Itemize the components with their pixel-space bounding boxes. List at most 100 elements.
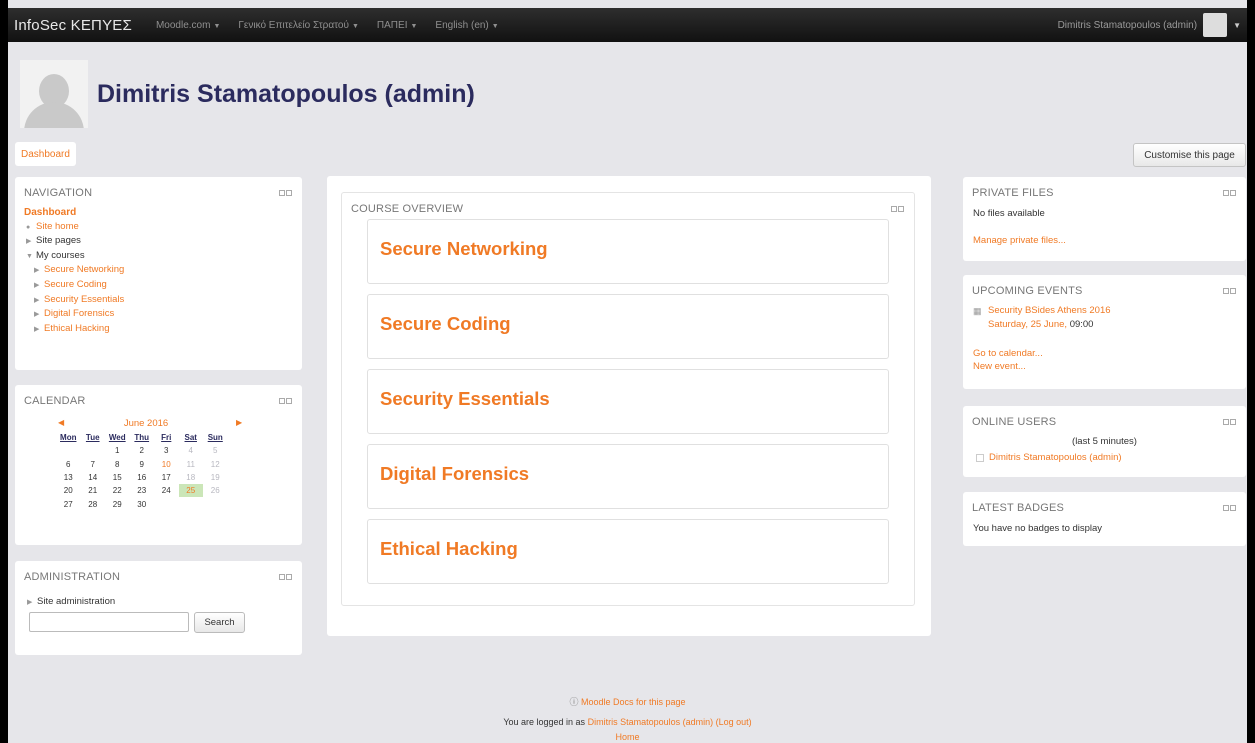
nav-course-item[interactable]: ▶ Secure Coding xyxy=(24,278,124,293)
nav-site-home[interactable]: ● Site home xyxy=(24,220,124,235)
block-controls[interactable] xyxy=(279,398,292,404)
nav-item-label: Digital Forensics xyxy=(44,308,115,320)
course-link[interactable]: Security Essentials xyxy=(380,388,550,410)
dock-icon[interactable] xyxy=(891,206,897,212)
dock-icon[interactable] xyxy=(279,190,285,196)
triangle-right-icon: ▶ xyxy=(34,311,40,319)
triangle-right-icon: ▶ xyxy=(34,281,40,289)
calendar-day: 26 xyxy=(210,486,220,496)
calendar-day-event[interactable]: 10 xyxy=(154,458,179,471)
nav-item-label: Security Essentials xyxy=(44,293,125,305)
course-link[interactable]: Secure Coding xyxy=(380,313,511,335)
navbar-item-language[interactable]: English (en) ▼ xyxy=(435,20,498,31)
collapse-icon[interactable] xyxy=(898,206,904,212)
block-controls[interactable] xyxy=(1223,505,1236,511)
dock-icon[interactable] xyxy=(279,574,285,580)
event-link[interactable]: Security BSides Athens 2016 xyxy=(988,305,1111,316)
calendar-day: 9 xyxy=(139,459,144,469)
nav-course-item[interactable]: ▶ Ethical Hacking xyxy=(24,322,124,337)
block-title: ONLINE USERS xyxy=(972,416,1057,428)
event-datetime: Saturday, 25 June, 09:00 xyxy=(988,319,1093,330)
block-controls[interactable] xyxy=(279,190,292,196)
moodle-docs-link[interactable]: Moodle Docs for this page xyxy=(581,697,686,707)
calendar-day: 27 xyxy=(63,499,73,509)
block-title: COURSE OVERVIEW xyxy=(351,203,464,215)
customise-page-button[interactable]: Customise this page xyxy=(1133,143,1246,167)
site-administration-link[interactable]: ▶ Site administration xyxy=(27,596,115,607)
weekday-header: Sat xyxy=(184,433,197,443)
block-controls[interactable] xyxy=(1223,190,1236,196)
collapse-icon[interactable] xyxy=(286,190,292,196)
course-link[interactable]: Ethical Hacking xyxy=(380,538,518,560)
triangle-right-icon: ▶ xyxy=(34,296,40,304)
block-controls[interactable] xyxy=(279,574,292,580)
home-link[interactable]: Home xyxy=(615,732,639,742)
block-controls[interactable] xyxy=(1223,419,1236,425)
triangle-right-icon: ▶ xyxy=(27,599,33,606)
admin-search-button[interactable]: Search xyxy=(194,612,245,633)
calendar-month[interactable]: June 2016 xyxy=(30,418,262,429)
breadcrumb-dashboard[interactable]: Dashboard xyxy=(15,142,76,166)
info-icon: ⓘ xyxy=(569,697,579,707)
dock-icon[interactable] xyxy=(1223,190,1229,196)
calendar-event-icon: ▦ xyxy=(973,306,982,316)
site-brand[interactable]: InfoSec ΚΕΠΥΕΣ xyxy=(14,17,132,34)
course-link[interactable]: Digital Forensics xyxy=(380,463,529,485)
caret-down-icon: ▼ xyxy=(213,22,221,30)
manage-private-files-link[interactable]: Manage private files... xyxy=(973,235,1066,246)
dock-icon[interactable] xyxy=(279,398,285,404)
docs-footer: ⓘ Moodle Docs for this page xyxy=(8,695,1247,708)
nav-dashboard-link[interactable]: Dashboard xyxy=(24,206,124,220)
course-card: Ethical Hacking xyxy=(367,519,889,584)
collapse-icon[interactable] xyxy=(1230,505,1236,511)
frame-edge-left xyxy=(0,0,8,743)
nav-course-item[interactable]: ▶ Digital Forensics xyxy=(24,307,124,322)
calendar-day xyxy=(81,444,106,457)
home-footer: Home xyxy=(8,732,1247,742)
collapse-icon[interactable] xyxy=(286,574,292,580)
weekday-header: Thu xyxy=(134,433,150,443)
collapse-icon[interactable] xyxy=(286,398,292,404)
logout-link[interactable]: (Log out) xyxy=(716,717,752,727)
navbar-item-label: Moodle.com xyxy=(155,19,211,31)
navigation-block: NAVIGATION Dashboard ● Site home ▶ Site pa… xyxy=(15,177,302,370)
block-controls[interactable] xyxy=(891,206,904,212)
new-event-link[interactable]: New event... xyxy=(973,361,1026,372)
course-link[interactable]: Secure Networking xyxy=(380,238,548,260)
weekday-header: Tue xyxy=(85,433,100,443)
navbar-item-army[interactable]: Γενικό Επιτελείο Στρατού ▼ xyxy=(238,20,359,31)
navbar-item-moodle[interactable]: Moodle.com ▼ xyxy=(156,20,220,31)
calendar-day: 16 xyxy=(137,473,147,483)
calendar-grid: Mon Tue Wed Thu Fri Sat Sun 1 2 3 4 5 6 … xyxy=(56,431,228,511)
go-to-calendar-link[interactable]: Go to calendar... xyxy=(973,348,1043,359)
nav-item-label: Site pages xyxy=(36,235,81,247)
nav-course-item[interactable]: ▶ Secure Networking xyxy=(24,263,124,278)
dock-icon[interactable] xyxy=(1223,288,1229,294)
dock-icon[interactable] xyxy=(1223,419,1229,425)
collapse-icon[interactable] xyxy=(1230,190,1236,196)
event-time: 09:00 xyxy=(1069,319,1094,330)
calendar-day xyxy=(179,497,204,510)
footer-user-link[interactable]: Dimitris Stamatopoulos (admin) xyxy=(588,717,714,727)
dock-icon[interactable] xyxy=(1223,505,1229,511)
next-month-icon[interactable]: ▶ xyxy=(236,418,242,427)
nav-course-item[interactable]: ▶ Security Essentials xyxy=(24,293,124,308)
user-menu[interactable]: Dimitris Stamatopoulos (admin) ▼ xyxy=(1058,13,1241,37)
nav-item-label: Secure Networking xyxy=(44,264,125,276)
administration-block: ADMINISTRATION xyxy=(15,561,302,655)
profile-picture xyxy=(20,60,88,128)
collapse-icon[interactable] xyxy=(1230,288,1236,294)
collapse-icon[interactable] xyxy=(1230,419,1236,425)
online-user-link[interactable]: Dimitris Stamatopoulos (admin) xyxy=(989,452,1122,463)
nav-my-courses[interactable]: ▼ My courses xyxy=(24,249,124,264)
calendar-day-today[interactable]: 25 xyxy=(178,484,203,498)
navbar-item-papei[interactable]: ΠΑΠΕΙ ▼ xyxy=(377,20,418,31)
nav-site-pages[interactable]: ▶ Site pages xyxy=(24,234,124,249)
block-controls[interactable] xyxy=(1223,288,1236,294)
calendar-day: 8 xyxy=(115,459,120,469)
caret-down-icon: ▼ xyxy=(1233,20,1241,30)
calendar-day: 7 xyxy=(90,459,95,469)
calendar-day: 4 xyxy=(188,446,193,456)
admin-search-input[interactable] xyxy=(29,612,189,632)
caret-down-icon: ▼ xyxy=(491,22,499,30)
